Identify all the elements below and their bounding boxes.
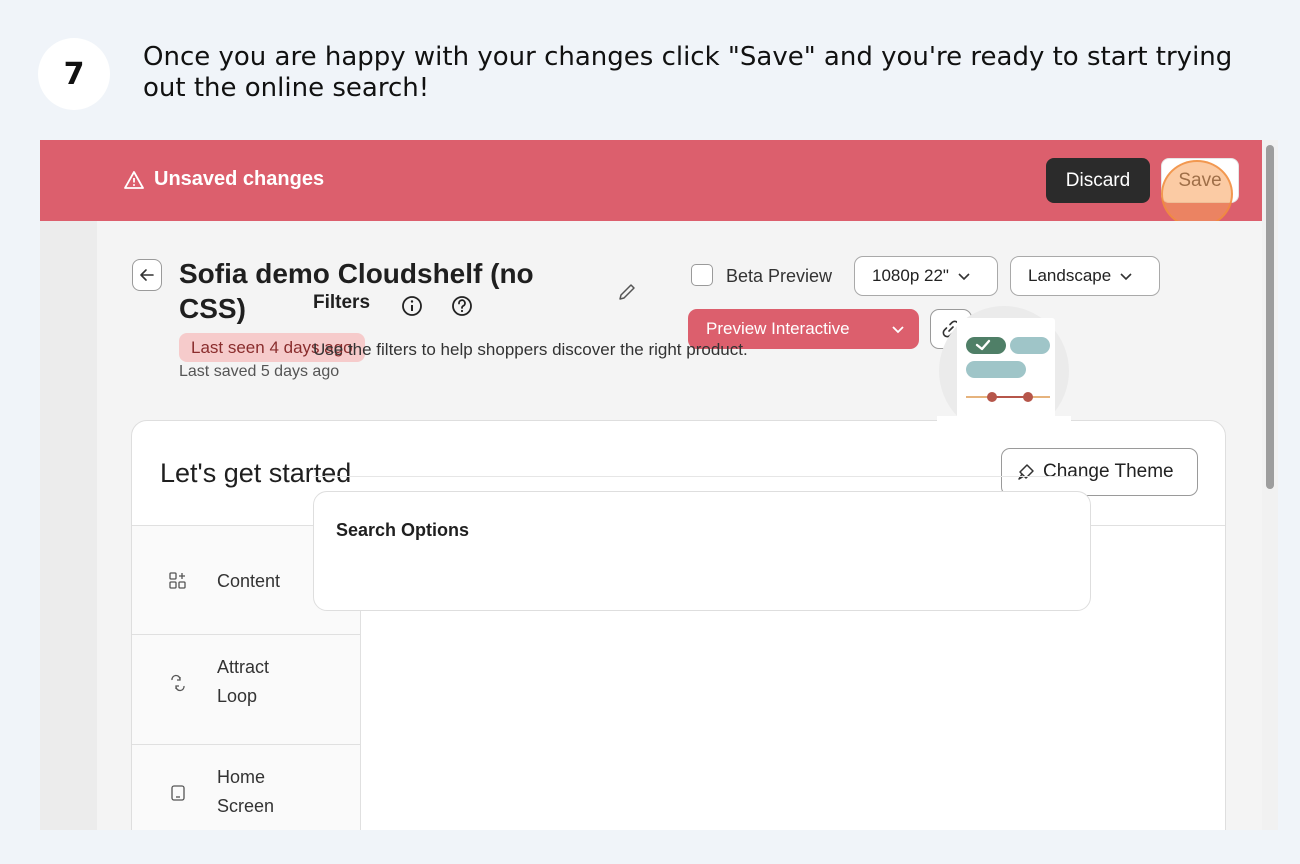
sidebar-item-label: Home Screen <box>217 767 275 816</box>
change-theme-button[interactable]: Change Theme <box>1001 448 1198 496</box>
edit-pencil-icon[interactable] <box>616 281 638 303</box>
sidebar-divider <box>132 744 360 745</box>
unsaved-warning: Unsaved changes <box>124 168 324 191</box>
warning-triangle-icon <box>124 170 144 189</box>
search-options-panel: Search Options <box>313 491 1091 611</box>
paint-brush-icon <box>1018 464 1034 480</box>
last-saved-text: Last saved 5 days ago <box>179 363 340 380</box>
arrow-left-icon <box>140 269 154 281</box>
chevron-down-icon <box>958 273 970 281</box>
sidebar-item-label: Content <box>217 570 281 591</box>
card-title: Let's get started <box>160 458 352 488</box>
section-divider <box>313 476 1091 477</box>
sidebar-item-label: Attract Loop <box>217 657 270 706</box>
step-number-badge: 7 <box>38 38 110 110</box>
chevron-down-icon <box>1120 273 1132 281</box>
sidebar-divider <box>132 634 360 635</box>
search-options-title: Search Options <box>336 520 470 540</box>
orientation-select[interactable]: Landscape <box>1010 256 1160 296</box>
home-screen-icon <box>171 785 185 801</box>
filters-heading: Filters <box>313 292 371 313</box>
chevron-down-icon[interactable] <box>891 322 905 336</box>
sidebar-item-attract-loop[interactable]: Attract Loop <box>132 653 360 713</box>
save-button[interactable]: Save <box>1161 158 1239 203</box>
page-title: Sofia demo Cloudshelf (no CSS) <box>179 258 534 324</box>
sidebar-item-home-screen[interactable]: Home Screen <box>132 763 360 823</box>
left-gutter <box>40 221 97 830</box>
filters-illustration <box>937 306 1071 438</box>
help-question-icon[interactable] <box>451 295 473 317</box>
preview-label: Preview Interactive <box>706 319 850 338</box>
discard-button[interactable]: Discard <box>1046 158 1150 203</box>
content-grid-icon <box>169 572 186 589</box>
orientation-value: Landscape <box>1028 266 1112 285</box>
resolution-value: 1080p 22" <box>872 266 949 285</box>
resolution-select[interactable]: 1080p 22" <box>854 256 998 296</box>
beta-preview-checkbox[interactable] <box>691 264 713 286</box>
beta-preview-label: Beta Preview <box>726 266 833 286</box>
attract-loop-icon <box>171 674 185 692</box>
scrollbar-thumb[interactable] <box>1266 145 1274 489</box>
step-instruction: Once you are happy with your changes cli… <box>143 42 1233 103</box>
back-button[interactable] <box>132 259 162 291</box>
filters-description: Use the filters to help shoppers discove… <box>313 340 748 359</box>
change-theme-label: Change Theme <box>1043 461 1174 482</box>
info-icon[interactable] <box>401 295 423 317</box>
unsaved-changes-bar: Unsaved changes Discard Save <box>40 140 1262 228</box>
getting-started-card: Let's get started Change Theme Content A… <box>131 420 1226 830</box>
screenshot-frame: Unsaved changes Discard Save Sofia demo … <box>40 140 1278 830</box>
unsaved-label: Unsaved changes <box>154 168 325 190</box>
